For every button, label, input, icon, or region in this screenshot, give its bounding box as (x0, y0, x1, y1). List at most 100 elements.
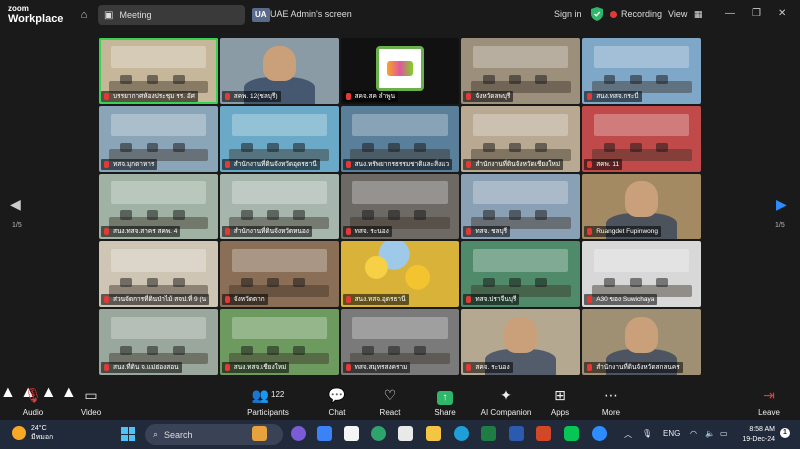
audio-options-caret-icon[interactable]: ▲ (0, 384, 16, 401)
tray-overflow-icon[interactable]: ︿ (624, 429, 632, 440)
participant-video-tile[interactable]: จังหวัดลพบุรี (461, 38, 581, 104)
chat-app-icon[interactable] (291, 426, 306, 441)
share-button[interactable]: ↑ Share (432, 386, 458, 417)
file-explorer-icon[interactable] (426, 426, 441, 441)
participant-video-tile[interactable]: สนง.ทสจ.สาคร สคพ. 4 (99, 173, 218, 240)
chair (267, 278, 280, 288)
line-app-icon[interactable] (564, 426, 579, 441)
chair (120, 210, 133, 220)
chair (293, 142, 306, 152)
windows-start-icon[interactable] (121, 427, 135, 441)
home-icon[interactable]: ⌂ (76, 7, 92, 23)
chair (535, 74, 547, 85)
volume-icon[interactable]: 🔈 (705, 429, 715, 438)
meeting-search-box[interactable]: ▣ Meeting (98, 5, 245, 25)
participant-video-tile[interactable]: สนง.ทสจ.กระบี่ (582, 38, 701, 104)
zoom-taskbar-icon[interactable] (592, 426, 607, 441)
react-button[interactable]: ♡ React (377, 386, 403, 417)
participant-video-tile[interactable]: สคพ. 12(ชลบุรี) (219, 38, 339, 104)
chair (241, 346, 254, 356)
participant-video-tile[interactable]: สคจ.สค ลำพูน (340, 38, 460, 104)
chat-caret-icon[interactable]: ▲ (61, 384, 77, 401)
chair (241, 210, 254, 220)
leave-door-icon: ⇥ (763, 387, 775, 403)
battery-icon[interactable]: ▭ (720, 429, 728, 438)
chair (172, 278, 185, 288)
participant-video-tile[interactable]: จังหวัดตาก (219, 241, 339, 308)
participant-video-tile[interactable]: สำนักงานที่ดินจังหวัดเชียงใหม่ (461, 105, 581, 172)
apps-button[interactable]: ⊞ Apps (549, 386, 571, 417)
participant-name: สำนักงานที่ดินจังหวัดอุดรธานี (221, 158, 320, 170)
participant-video-tile[interactable]: บรรยากาศห้องประชุม รร. อัศ (99, 38, 218, 104)
chair (482, 210, 495, 220)
leave-button[interactable]: ⇥ Leave (756, 386, 782, 417)
ai-companion-button[interactable]: ✦ AI Companion (480, 386, 532, 417)
shared-screen-name[interactable]: UAE Admin's screen (270, 9, 352, 19)
mail-app-icon[interactable] (317, 426, 332, 441)
participants-button[interactable]: 👥 122 Participants (246, 386, 290, 417)
more-button[interactable]: ⋯ More (600, 386, 622, 417)
chair (172, 74, 185, 85)
document-app-icon[interactable] (398, 426, 413, 441)
participant-video-tile[interactable]: สำนักงานที่ดินจังหวัดหนอง (219, 173, 339, 240)
participant-video-tile[interactable]: A30 ของ Suwichaya (582, 241, 701, 308)
chair (172, 346, 185, 356)
participant-video-tile[interactable]: ส่วนจัดการที่ดินป่าไม้ สจป.ที่ 9 (น (99, 241, 218, 308)
room-backdrop (110, 249, 206, 272)
chair (120, 346, 133, 356)
weather-widget[interactable]: 24°C มีหมอก (12, 424, 53, 442)
minimize-icon[interactable]: — (725, 8, 735, 19)
chair (146, 210, 159, 220)
shield-icon[interactable] (591, 7, 603, 21)
participant-name: สนง.ทรัพยากรธรรมชาติและสิ่งแว (342, 158, 453, 170)
participant-name: จังหวัดตาก (221, 294, 268, 306)
store-app-icon[interactable] (344, 426, 359, 441)
participant-video-tile[interactable]: สคจ. ระนอง (461, 309, 581, 375)
camera-icon: ▣ (104, 9, 114, 21)
participant-video-tile[interactable]: สำนักงานที่ดินจังหวัดสกลนคร (582, 309, 701, 375)
participant-video-tile[interactable]: Ruangdet Fupinwong (582, 173, 701, 240)
participant-video-tile[interactable]: สคพ. 11 (582, 105, 701, 172)
excel-icon[interactable] (481, 426, 496, 441)
wifi-icon[interactable]: ◠ (690, 429, 697, 438)
previous-page-icon[interactable]: ◀ (10, 196, 21, 213)
next-page-icon[interactable]: ▶ (776, 196, 787, 213)
chat-button[interactable]: 💬 Chat (326, 386, 348, 417)
participant-video-tile[interactable]: ทสจ.มุกดาหาร (99, 105, 218, 172)
word-icon[interactable] (509, 426, 524, 441)
view-menu[interactable]: View ▦ (668, 9, 702, 20)
microphone-tray-icon[interactable]: 🎙 (642, 429, 652, 438)
sign-in-link[interactable]: Sign in (554, 9, 582, 19)
search-app-icon[interactable] (371, 426, 386, 441)
recording-indicator[interactable]: Recording (610, 9, 662, 19)
participant-video-tile[interactable]: สนง.ทสจ.เชียงใหม่ (219, 309, 339, 375)
page-indicator-left: 1/5 (12, 222, 22, 229)
participant-video-tile[interactable]: ทสจ. ระนอง (340, 173, 460, 240)
close-icon[interactable]: ✕ (778, 8, 786, 19)
more-dots-icon: ⋯ (604, 387, 618, 403)
participant-video-tile[interactable]: ทสจ.ปราจีนบุรี (461, 241, 581, 308)
participant-name: ส่วนจัดการที่ดินป่าไม้ สจป.ที่ 9 (น (101, 294, 210, 306)
powerpoint-icon[interactable] (536, 426, 551, 441)
participant-video-tile[interactable]: สนง.ทรัพยากรธรรมชาติและสิ่งแว (340, 105, 460, 172)
edge-browser-icon[interactable] (454, 426, 469, 441)
chair (414, 346, 427, 356)
restore-icon[interactable]: ❐ (752, 8, 761, 19)
chair (146, 278, 159, 288)
participant-video-tile[interactable]: สนง.ทสจ.อุดรธานี (340, 241, 460, 308)
language-indicator[interactable]: ENG (663, 429, 680, 438)
participant-video-tile[interactable]: ทสจ.สมุทรสงคราม (340, 309, 460, 375)
video-button[interactable]: ▭ Video (79, 386, 103, 417)
participant-name: สนง.ที่ดิน จ.แม่ฮ่องสอน (101, 362, 182, 373)
audio-button[interactable]: 🎙 Audio (20, 386, 46, 417)
chair (603, 278, 616, 288)
participant-video-tile[interactable]: ทสจ. ชลบุรี (461, 173, 581, 240)
chair (120, 278, 133, 288)
chair (655, 278, 668, 288)
participant-video-tile[interactable]: สำนักงานที่ดินจังหวัดอุดรธานี (219, 105, 339, 172)
logo-emblem (386, 60, 414, 76)
participant-video-tile[interactable]: สนง.ที่ดิน จ.แม่ฮ่องสอน (99, 309, 218, 375)
notification-badge[interactable]: 1 (780, 428, 790, 438)
taskbar-clock[interactable]: 8:58 AM 19-Dec-24 (735, 425, 775, 445)
widget-app-icon[interactable] (252, 426, 267, 441)
